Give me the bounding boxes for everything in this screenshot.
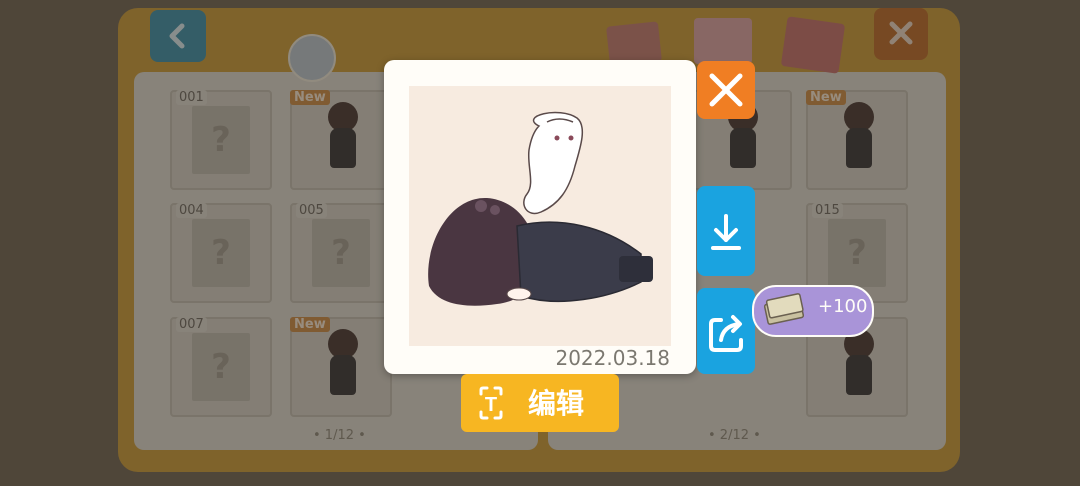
cash-stack-icon xyxy=(763,293,805,325)
edit-icon-letter: T xyxy=(485,394,497,416)
edit-button-label: 编辑 xyxy=(528,387,585,420)
share-icon xyxy=(709,315,743,352)
chibi-ghost-illustration xyxy=(428,111,653,306)
close-button[interactable] xyxy=(697,61,755,119)
photo-date: 2022.03.18 xyxy=(555,346,670,370)
photo-image xyxy=(409,86,671,346)
download-icon xyxy=(711,214,741,250)
download-button[interactable] xyxy=(697,186,755,276)
share-reward-amount: +100 xyxy=(818,296,868,317)
text-edit-icon: T xyxy=(479,386,503,420)
share-button[interactable] xyxy=(697,288,755,374)
x-icon xyxy=(709,73,743,107)
